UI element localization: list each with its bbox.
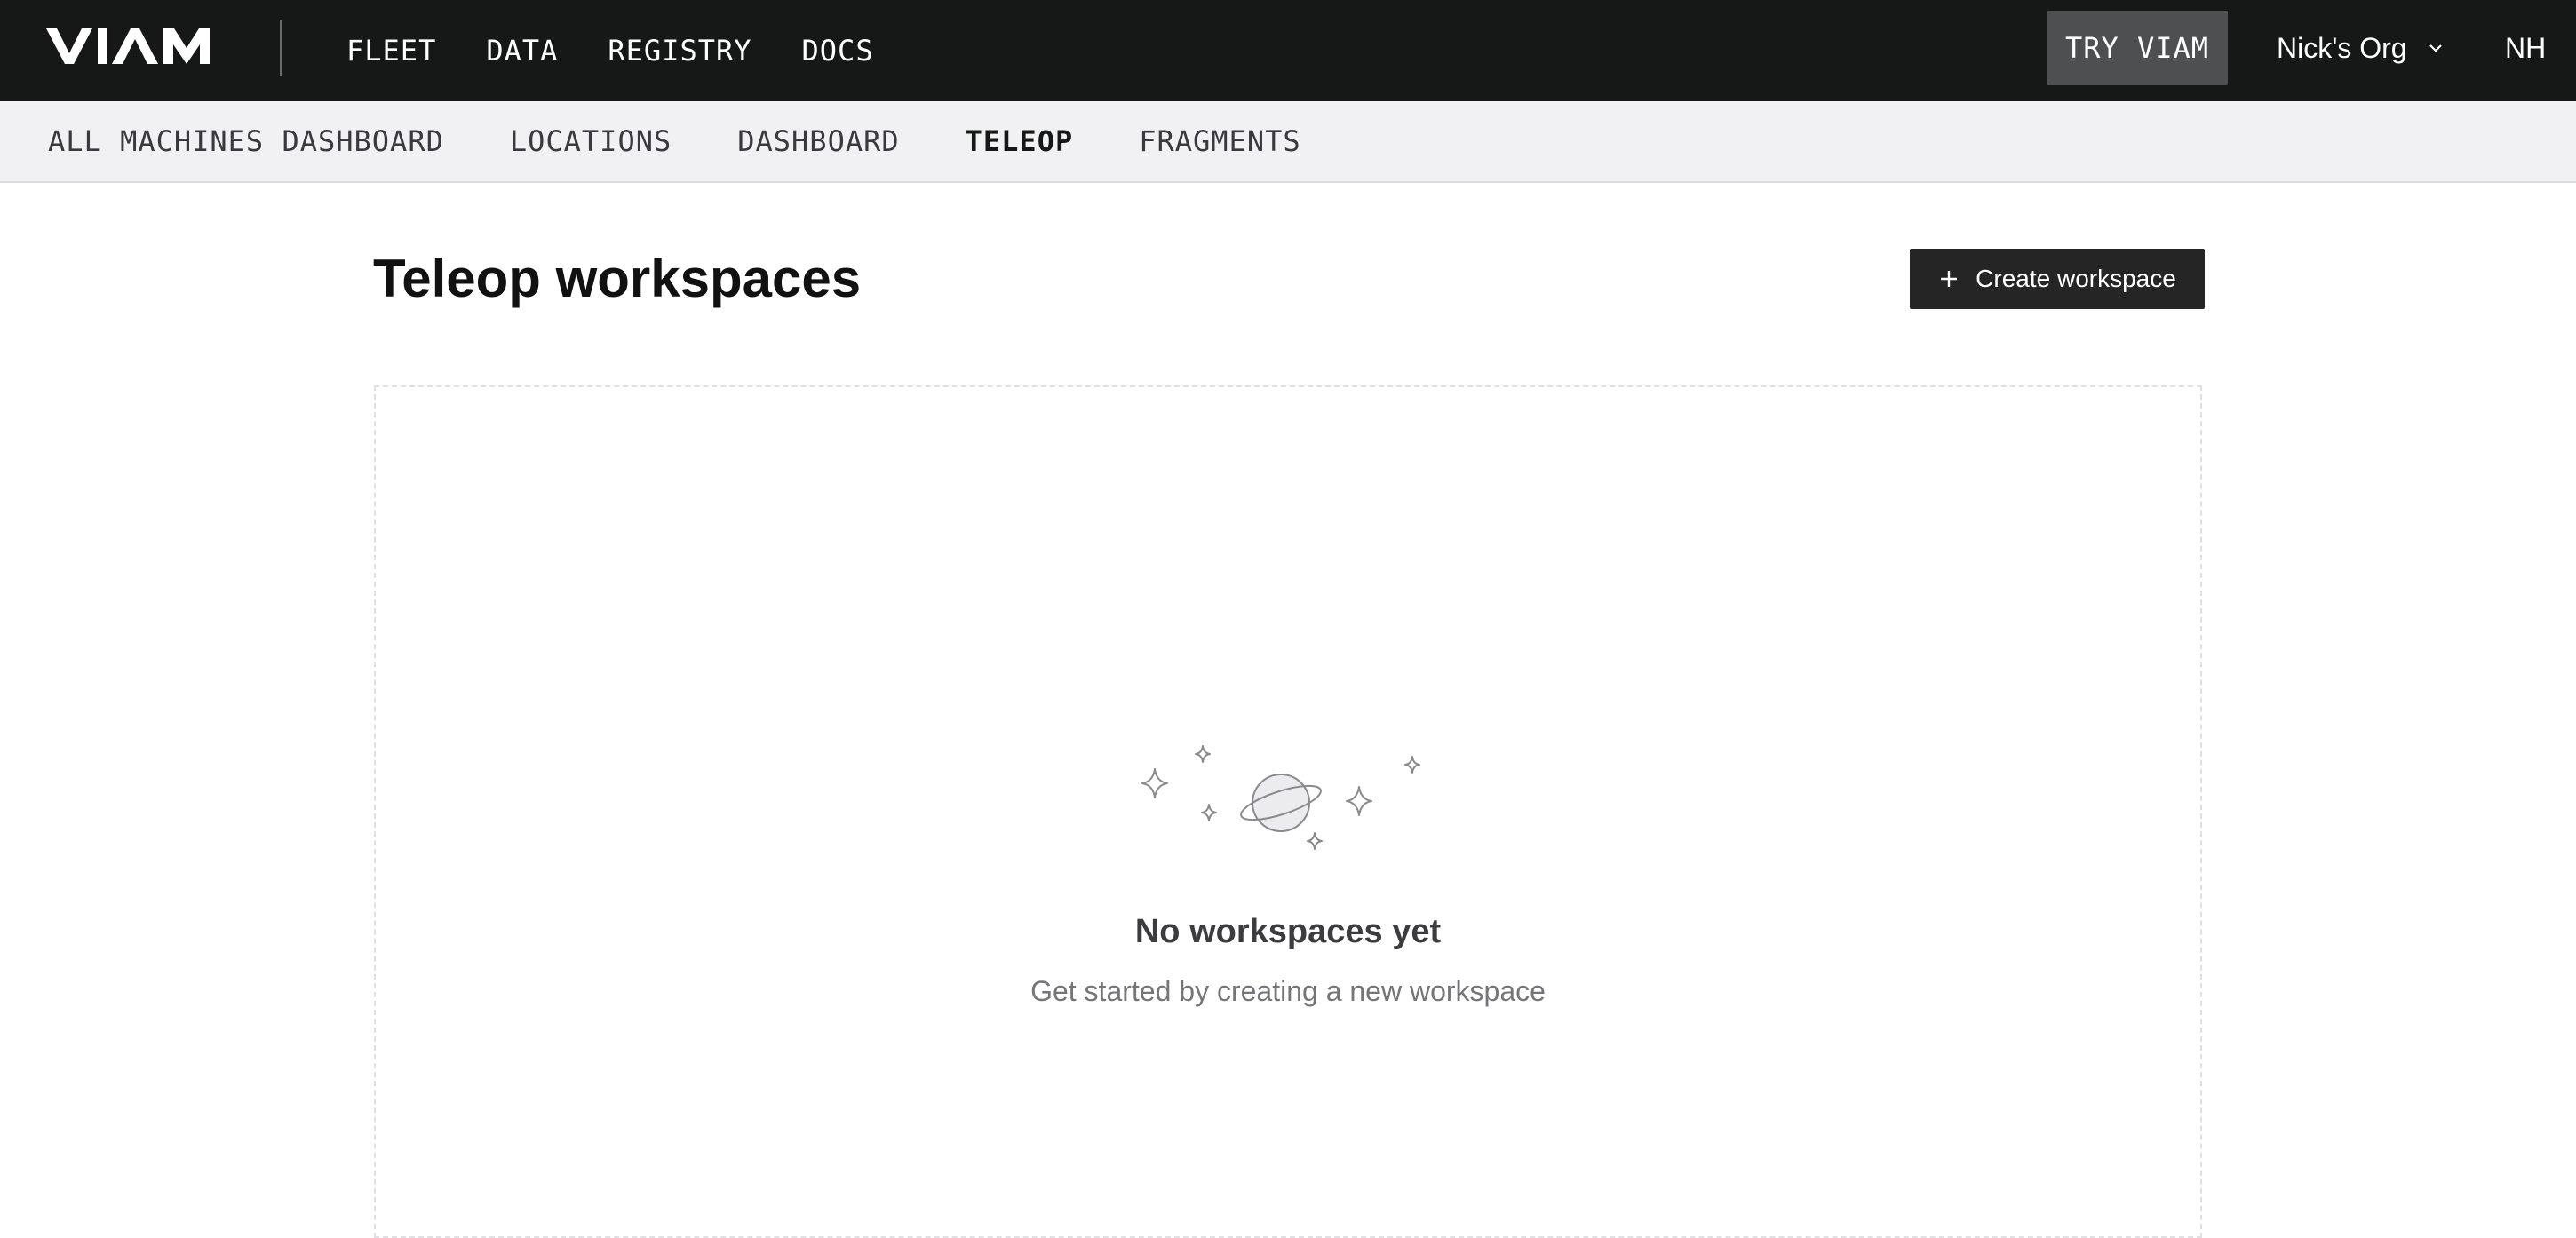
page-title: Teleop workspaces bbox=[373, 249, 862, 308]
sparkle-icon bbox=[1141, 768, 1168, 798]
tab-all-machines-dashboard[interactable]: ALL MACHINES DASHBOARD bbox=[48, 124, 444, 158]
plus-icon bbox=[1941, 271, 1958, 287]
nav-data[interactable]: DATA bbox=[486, 34, 558, 67]
sparkle-icon bbox=[1201, 804, 1217, 821]
tab-teleop[interactable]: TELEOP bbox=[966, 124, 1074, 158]
sparkle-icon bbox=[1307, 832, 1323, 850]
main-nav: FLEET DATA REGISTRY DOCS bbox=[346, 0, 924, 101]
tab-dashboard[interactable]: DASHBOARD bbox=[737, 124, 899, 158]
empty-state-title: No workspaces yet bbox=[1134, 913, 1442, 950]
empty-state-subtitle: Get started by creating a new workspace bbox=[1030, 975, 1546, 1007]
sparkle-icon bbox=[1404, 756, 1420, 774]
create-workspace-label: Create workspace bbox=[1976, 265, 2176, 292]
org-selector[interactable]: Nick's Org bbox=[2277, 0, 2445, 96]
sparkle-icon bbox=[1195, 745, 1211, 763]
logo-divider bbox=[280, 20, 282, 76]
create-workspace-button[interactable]: Create workspace bbox=[1910, 249, 2205, 309]
sub-nav: ALL MACHINES DASHBOARD LOCATIONS DASHBOA… bbox=[0, 101, 2576, 183]
try-viam-button[interactable]: TRY VIAM bbox=[2047, 11, 2228, 85]
chevron-down-icon bbox=[2429, 44, 2442, 52]
nav-docs[interactable]: DOCS bbox=[802, 34, 874, 67]
top-header: FLEET DATA REGISTRY DOCS TRY VIAM Nick's… bbox=[0, 0, 2576, 101]
viam-logo[interactable] bbox=[46, 28, 217, 64]
sparkle-icon bbox=[1346, 786, 1372, 816]
tab-fragments[interactable]: FRAGMENTS bbox=[1139, 124, 1300, 158]
viam-logo-icon bbox=[46, 28, 210, 64]
nav-fleet[interactable]: FLEET bbox=[346, 34, 436, 67]
nav-registry[interactable]: REGISTRY bbox=[608, 34, 751, 67]
planet-illustration bbox=[1141, 745, 1420, 850]
org-name: Nick's Org bbox=[2277, 31, 2407, 64]
tab-locations[interactable]: LOCATIONS bbox=[510, 124, 672, 158]
planet-icon bbox=[1252, 774, 1310, 832]
user-avatar[interactable]: NH bbox=[2505, 0, 2546, 96]
